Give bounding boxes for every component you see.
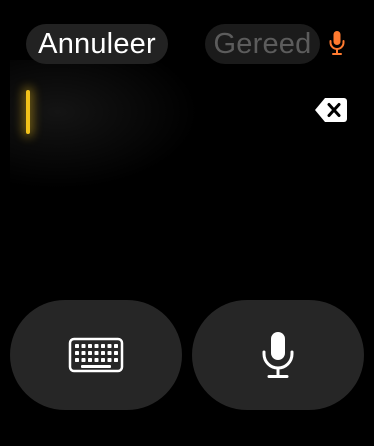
delete-backspace-icon[interactable] (314, 96, 348, 124)
microphone-icon (262, 332, 294, 378)
microphone-status-icon (329, 31, 345, 55)
text-cursor (26, 90, 30, 134)
keyboard-icon (68, 337, 124, 373)
dictation-button[interactable] (192, 300, 364, 410)
keyboard-button[interactable] (10, 300, 182, 410)
done-button[interactable]: Gereed (205, 24, 320, 64)
text-area-glow (10, 60, 200, 190)
cancel-button[interactable]: Annuleer (26, 24, 168, 64)
